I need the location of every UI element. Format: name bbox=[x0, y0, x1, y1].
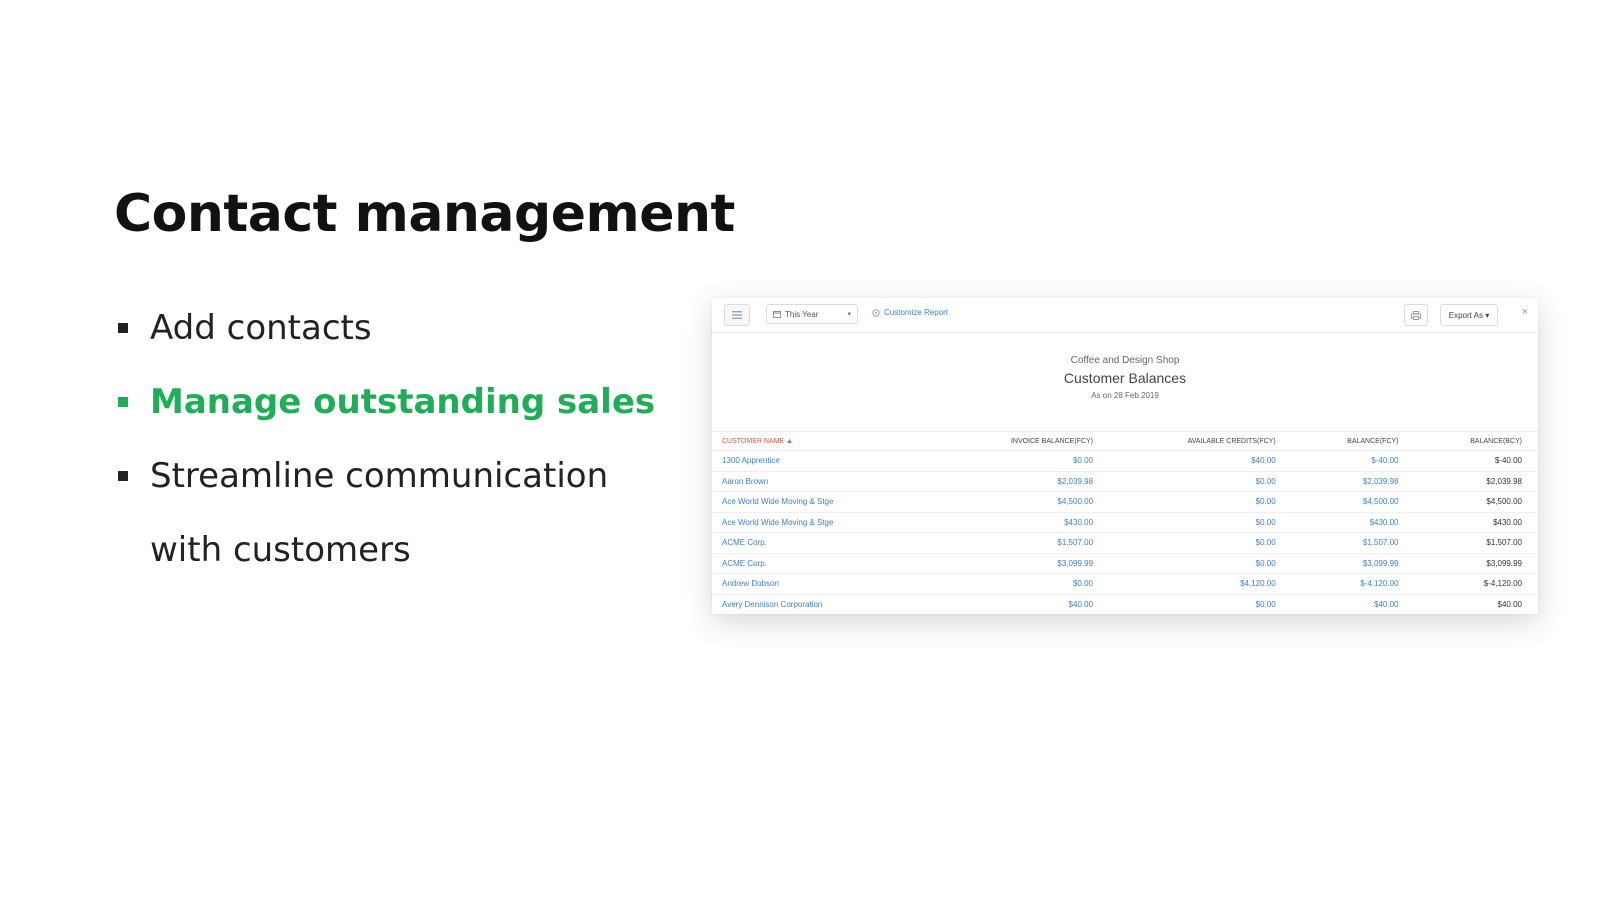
cell-invoice-balance[interactable]: $4,500.00 bbox=[936, 491, 1110, 513]
customize-report-label: Customize Report bbox=[884, 308, 949, 317]
cell-balance-bcy: $-40.00 bbox=[1414, 450, 1538, 472]
cell-balance-bcy: $-4,120.00 bbox=[1414, 573, 1538, 595]
cell-customer-name[interactable]: Andrew Dobson bbox=[712, 573, 937, 595]
cell-balance-bcy: $2,039.98 bbox=[1414, 471, 1538, 492]
table-row: ACME Corp. $3,099.99 $0.00 $3,099.99 $3,099.… bbox=[712, 553, 1538, 574]
report-date: As on 28 Feb 2019 bbox=[1091, 391, 1159, 400]
bullet-list: Add contacts Manage outstanding sales St… bbox=[118, 308, 678, 604]
chevron-down-icon: ▾ bbox=[847, 311, 851, 318]
cell-invoice-balance[interactable]: $0.00 bbox=[936, 450, 1110, 472]
cell-customer-name[interactable]: Aaron Brown bbox=[712, 471, 937, 492]
column-header-balance-bcy[interactable]: BALANCE(BCY) bbox=[1414, 431, 1538, 451]
bullet-square-icon bbox=[118, 471, 128, 481]
cell-balance-fcy[interactable]: $-40.00 bbox=[1291, 450, 1415, 472]
cell-balance-fcy[interactable]: $430.00 bbox=[1291, 512, 1415, 533]
bullet-text-line2: with customers bbox=[150, 530, 411, 570]
cell-invoice-balance[interactable]: $2,039.98 bbox=[936, 471, 1110, 492]
cell-balance-fcy[interactable]: $3,099.99 bbox=[1291, 553, 1415, 574]
cell-invoice-balance[interactable]: $0.00 bbox=[936, 573, 1110, 595]
cell-customer-name[interactable]: Avery Dennison Corporation bbox=[712, 594, 937, 614]
cell-available-credits[interactable]: $4,120.00 bbox=[1109, 573, 1292, 595]
bullet-text: Manage outstanding sales bbox=[150, 382, 656, 422]
bullet-square-icon bbox=[118, 397, 128, 407]
cell-balance-bcy: $40.00 bbox=[1414, 594, 1538, 614]
cell-balance-fcy[interactable]: $40.00 bbox=[1291, 594, 1415, 614]
cell-invoice-balance[interactable]: $3,099.99 bbox=[936, 553, 1110, 574]
column-header-customer-name[interactable]: CUSTOMER NAME ▲ bbox=[712, 431, 937, 451]
cell-invoice-balance[interactable]: $1,507.00 bbox=[936, 532, 1110, 554]
printer-icon bbox=[1411, 310, 1421, 320]
calendar-icon bbox=[773, 310, 781, 318]
cell-customer-name[interactable]: Ace World Wide Moving & Stge bbox=[712, 512, 937, 533]
report-header: Coffee and Design Shop Customer Balances… bbox=[712, 333, 1538, 421]
bullet-manage-sales: Manage outstanding sales bbox=[118, 382, 678, 422]
cell-balance-fcy[interactable]: $4,500.00 bbox=[1291, 491, 1415, 513]
table-row: Aaron Brown $2,039.98 $0.00 $2,039.98 $2,039… bbox=[712, 471, 1538, 492]
column-header-available-credits[interactable]: AVAILABLE CREDITS(FCY) bbox=[1109, 431, 1292, 451]
cell-balance-bcy: $4,500.00 bbox=[1414, 491, 1538, 513]
company-name: Coffee and Design Shop bbox=[1070, 355, 1180, 366]
column-header-balance-fcy[interactable]: BALANCE(FCY) bbox=[1291, 431, 1415, 451]
cell-balance-bcy: $3,099.99 bbox=[1414, 553, 1538, 574]
menu-button[interactable] bbox=[724, 304, 750, 326]
table-row: Ace World Wide Moving & Stge $4,500.00 $0.… bbox=[712, 491, 1538, 513]
balances-table: CUSTOMER NAME ▲ INVOICE BALANCE(FCY) AVA… bbox=[712, 431, 1538, 614]
cell-balance-fcy[interactable]: $1,507.00 bbox=[1291, 532, 1415, 554]
cell-available-credits[interactable]: $40.00 bbox=[1109, 450, 1292, 472]
cell-available-credits[interactable]: $0.00 bbox=[1109, 491, 1292, 513]
table-row: Avery Dennison Corporation $40.00 $0.00 $40… bbox=[712, 594, 1538, 614]
export-as-button[interactable]: Export As ▾ bbox=[1440, 304, 1498, 326]
customize-report-link[interactable]: Customize Report bbox=[872, 308, 948, 317]
cell-invoice-balance[interactable]: $430.00 bbox=[936, 512, 1110, 533]
cell-balance-bcy: $430.00 bbox=[1414, 512, 1538, 533]
cell-customer-name[interactable]: Ace World Wide Moving & Stge bbox=[712, 491, 937, 513]
bullet-streamline-communication: Streamline communication with customers bbox=[118, 456, 678, 570]
date-range-value: This Year bbox=[785, 309, 819, 319]
cell-available-credits[interactable]: $0.00 bbox=[1109, 594, 1292, 614]
table-row: Ace World Wide Moving & Stge $430.00 $0.00… bbox=[712, 512, 1538, 533]
bullet-text: Add contacts bbox=[150, 308, 372, 348]
cell-customer-name[interactable]: ACME Corp. bbox=[712, 532, 937, 554]
table-row: ACME Corp. $1,507.00 $0.00 $1,507.00 $1,507.… bbox=[712, 532, 1538, 554]
table-row: Andrew Dobson $0.00 $4,120.00 $-4,120.00 $-4… bbox=[712, 573, 1538, 595]
cell-balance-fcy[interactable]: $2,039.98 bbox=[1291, 471, 1415, 492]
bullet-add-contacts: Add contacts bbox=[118, 308, 678, 348]
table-row: 1300 Apprentice $0.00 $40.00 $-40.00 $-40.00 bbox=[712, 450, 1538, 472]
close-icon[interactable]: × bbox=[1522, 306, 1528, 318]
date-range-select[interactable]: This Year ▾ bbox=[766, 304, 858, 324]
cell-customer-name[interactable]: 1300 Apprentice bbox=[712, 450, 937, 472]
bullet-square-icon bbox=[118, 323, 128, 333]
cell-customer-name[interactable]: ACME Corp. bbox=[712, 553, 937, 574]
cell-available-credits[interactable]: $0.00 bbox=[1109, 512, 1292, 533]
bullet-text-line1: Streamline communication bbox=[150, 456, 609, 496]
report-toolbar: This Year ▾ Customize Report Export As ▾… bbox=[712, 298, 1538, 333]
cell-available-credits[interactable]: $0.00 bbox=[1109, 553, 1292, 574]
cell-available-credits[interactable]: $0.00 bbox=[1109, 532, 1292, 554]
table-header-row: CUSTOMER NAME ▲ INVOICE BALANCE(FCY) AVA… bbox=[712, 431, 1538, 451]
slide-title: Contact management bbox=[114, 184, 735, 244]
cell-available-credits[interactable]: $0.00 bbox=[1109, 471, 1292, 492]
cell-balance-fcy[interactable]: $-4,120.00 bbox=[1291, 573, 1415, 595]
cell-invoice-balance[interactable]: $40.00 bbox=[936, 594, 1110, 614]
cell-balance-bcy: $1,507.00 bbox=[1414, 532, 1538, 554]
gear-icon bbox=[872, 308, 880, 317]
print-button[interactable] bbox=[1404, 304, 1428, 326]
column-header-invoice-balance[interactable]: INVOICE BALANCE(FCY) bbox=[936, 431, 1110, 451]
customer-balances-report: This Year ▾ Customize Report Export As ▾… bbox=[712, 298, 1538, 614]
hamburger-icon bbox=[732, 311, 742, 319]
report-title: Customer Balances bbox=[1063, 370, 1187, 386]
